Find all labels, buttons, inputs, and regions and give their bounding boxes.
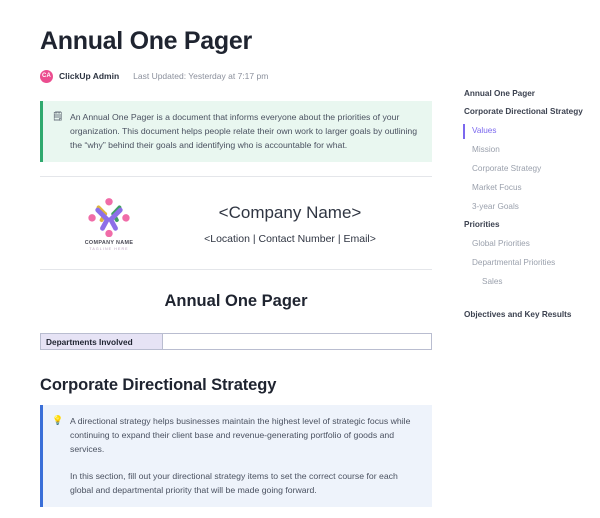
note-icon: 🗒 — [52, 110, 64, 121]
outline-item-annual-one-pager[interactable]: Annual One Pager — [460, 84, 590, 103]
divider-top — [40, 175, 432, 177]
intro-callout: 🗒 An Annual One Pager is a document that… — [40, 100, 432, 162]
logo-company-name: COMPANY NAME — [84, 239, 134, 246]
departments-table: Departments Involved — [40, 333, 432, 351]
last-updated-text: Last Updated: Yesterday at 7:17 pm — [133, 71, 269, 81]
outline-item-global-priorities[interactable]: Global Priorities — [460, 235, 590, 254]
strategy-callout-paragraph-1: A directional strategy helps businesses … — [70, 416, 411, 455]
departments-involved-label: Departments Involved — [40, 333, 163, 351]
company-logo-mark — [87, 197, 131, 237]
outline-item-3-year-goals[interactable]: 3-year Goals — [460, 197, 590, 216]
outline-item-corporate-directional-strategy[interactable]: Corporate Directional Strategy — [460, 103, 590, 122]
company-details: <Company Name> <Location | Contact Numbe… — [160, 203, 432, 244]
outline-item-values[interactable]: Values — [460, 122, 590, 141]
company-logo-caption: COMPANY NAME TAGLINE HERE — [85, 240, 134, 252]
outline-item-departmental-priorities[interactable]: Departmental Priorities — [460, 254, 590, 273]
outline-item-corporate-strategy[interactable]: Corporate Strategy — [460, 159, 590, 178]
document-page: Annual One Pager CA ClickUp Admin Last U… — [0, 0, 600, 518]
departments-table-body: Departments Involved — [40, 333, 432, 351]
strategy-callout: 💡 A directional strategy helps businesse… — [40, 405, 432, 507]
outline-item-objectives-and-key-results[interactable]: Objectives and Key Results — [460, 305, 590, 324]
outline-item-sales[interactable]: Sales — [460, 272, 590, 291]
page-title: Annual One Pager — [40, 27, 252, 55]
author-name: ClickUp Admin — [59, 71, 120, 81]
company-name-placeholder: <Company Name> — [218, 203, 362, 223]
intro-callout-body: An Annual One Pager is a document that i… — [70, 110, 420, 152]
outline-item-market-focus[interactable]: Market Focus — [460, 178, 590, 197]
outline-item-mission[interactable]: Mission — [460, 141, 590, 160]
table-row: Departments Involved — [40, 333, 432, 351]
company-contact-placeholder: <Location | Contact Number | Email> — [204, 232, 376, 245]
company-header: COMPANY NAME TAGLINE HERE <Company Name>… — [40, 191, 432, 256]
lightbulb-icon: 💡 — [52, 415, 64, 426]
center-section-title: Annual One Pager — [164, 292, 308, 311]
logo-tagline: TAGLINE HERE — [89, 247, 129, 252]
outline-spacer — [460, 291, 590, 305]
divider-bottom — [40, 269, 432, 271]
strategy-callout-body: A directional strategy helps businesses … — [70, 414, 420, 496]
outline-sidebar: Annual One Pager Corporate Directional S… — [450, 0, 600, 518]
departments-involved-value[interactable] — [162, 333, 432, 351]
document-body: Annual One Pager CA ClickUp Admin Last U… — [0, 0, 450, 518]
outline-item-priorities[interactable]: Priorities — [460, 216, 590, 235]
byline: CA ClickUp Admin Last Updated: Yesterday… — [40, 69, 432, 83]
corporate-strategy-heading: Corporate Directional Strategy — [40, 376, 277, 395]
company-logo: COMPANY NAME TAGLINE HERE — [40, 197, 160, 252]
intro-callout-text: An Annual One Pager is a document that i… — [70, 111, 418, 150]
strategy-callout-paragraph-2: In this section, fill out your direction… — [70, 470, 398, 495]
avatar[interactable]: CA — [40, 69, 53, 83]
